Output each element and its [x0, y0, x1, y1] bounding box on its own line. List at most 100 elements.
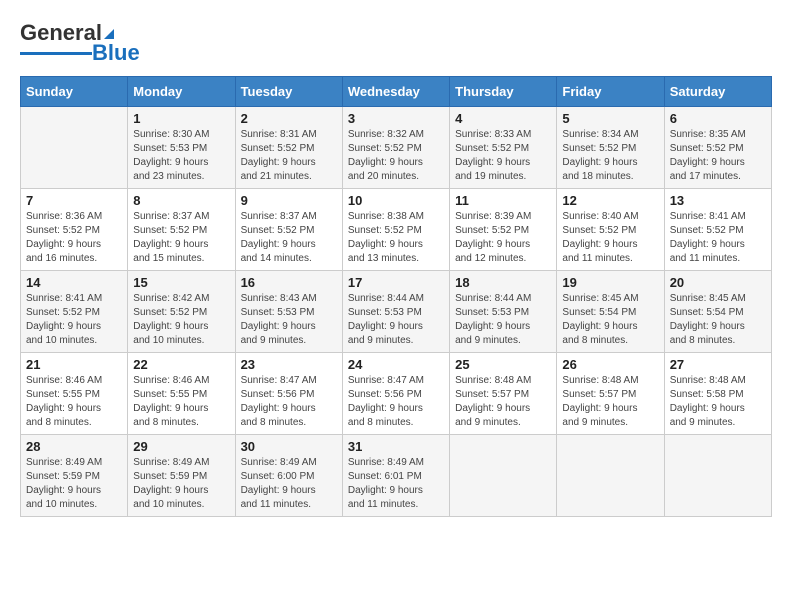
day-header-thursday: Thursday — [450, 77, 557, 107]
day-info: Sunrise: 8:47 AM Sunset: 5:56 PM Dayligh… — [348, 374, 444, 430]
page-header: General Blue — [20, 20, 772, 66]
day-number: 22 — [133, 357, 229, 372]
day-info: Sunrise: 8:32 AM Sunset: 5:52 PM Dayligh… — [348, 128, 444, 184]
logo: General Blue — [20, 20, 140, 66]
calendar-cell: 15 Sunrise: 8:42 AM Sunset: 5:52 PM Dayli… — [128, 271, 235, 353]
day-number: 4 — [455, 111, 551, 126]
day-info: Sunrise: 8:35 AM Sunset: 5:52 PM Dayligh… — [670, 128, 766, 184]
calendar-week-4: 21 Sunrise: 8:46 AM Sunset: 5:55 PM Dayli… — [21, 353, 772, 435]
day-info: Sunrise: 8:48 AM Sunset: 5:57 PM Dayligh… — [455, 374, 551, 430]
day-info: Sunrise: 8:41 AM Sunset: 5:52 PM Dayligh… — [670, 210, 766, 266]
calendar-cell: 5Sunrise: 8:34 AM Sunset: 5:52 PM Daylig… — [557, 107, 664, 189]
calendar-cell: 17Sunrise: 8:44 AM Sunset: 5:53 PM Dayli… — [342, 271, 449, 353]
calendar-cell — [21, 107, 128, 189]
calendar-cell: 21 Sunrise: 8:46 AM Sunset: 5:55 PM Dayli… — [21, 353, 128, 435]
day-info: Sunrise: 8:46 AM Sunset: 5:55 PM Dayligh… — [26, 374, 122, 430]
day-header-sunday: Sunday — [21, 77, 128, 107]
day-info: Sunrise: 8:36 AM Sunset: 5:52 PM Dayligh… — [26, 210, 122, 266]
calendar-cell: 16 Sunrise: 8:43 AM Sunset: 5:53 PM Dayli… — [235, 271, 342, 353]
calendar-cell: 27 Sunrise: 8:48 AM Sunset: 5:58 PM Dayli… — [664, 353, 771, 435]
calendar-cell: 28 Sunrise: 8:49 AM Sunset: 5:59 PM Dayli… — [21, 435, 128, 517]
day-info: Sunrise: 8:44 AM Sunset: 5:53 PM Dayligh… — [455, 292, 551, 348]
day-number: 6 — [670, 111, 766, 126]
calendar-cell — [450, 435, 557, 517]
calendar-cell: 29 Sunrise: 8:49 AM Sunset: 5:59 PM Dayli… — [128, 435, 235, 517]
day-number: 20 — [670, 275, 766, 290]
day-number: 10 — [348, 193, 444, 208]
day-number: 3 — [348, 111, 444, 126]
day-number: 25 — [455, 357, 551, 372]
day-number: 1 — [133, 111, 229, 126]
calendar-cell: 14 Sunrise: 8:41 AM Sunset: 5:52 PM Dayli… — [21, 271, 128, 353]
day-info: Sunrise: 8:37 AM Sunset: 5:52 PM Dayligh… — [241, 210, 337, 266]
calendar-week-3: 14 Sunrise: 8:41 AM Sunset: 5:52 PM Dayli… — [21, 271, 772, 353]
calendar-week-1: 1 Sunrise: 8:30 AM Sunset: 5:53 PM Daylig… — [21, 107, 772, 189]
calendar-cell: 3 Sunrise: 8:32 AM Sunset: 5:52 PM Daylig… — [342, 107, 449, 189]
day-number: 30 — [241, 439, 337, 454]
day-number: 15 — [133, 275, 229, 290]
day-info: Sunrise: 8:48 AM Sunset: 5:58 PM Dayligh… — [670, 374, 766, 430]
day-info: Sunrise: 8:31 AM Sunset: 5:52 PM Dayligh… — [241, 128, 337, 184]
calendar-cell: 4Sunrise: 8:33 AM Sunset: 5:52 PM Daylig… — [450, 107, 557, 189]
calendar-cell: 22Sunrise: 8:46 AM Sunset: 5:55 PM Dayli… — [128, 353, 235, 435]
calendar-header-row: SundayMondayTuesdayWednesdayThursdayFrid… — [21, 77, 772, 107]
day-header-wednesday: Wednesday — [342, 77, 449, 107]
calendar-cell: 1 Sunrise: 8:30 AM Sunset: 5:53 PM Daylig… — [128, 107, 235, 189]
day-number: 18 — [455, 275, 551, 290]
calendar-cell: 9Sunrise: 8:37 AM Sunset: 5:52 PM Daylig… — [235, 189, 342, 271]
day-number: 2 — [241, 111, 337, 126]
calendar-cell: 30 Sunrise: 8:49 AM Sunset: 6:00 PM Dayli… — [235, 435, 342, 517]
day-number: 5 — [562, 111, 658, 126]
day-number: 7 — [26, 193, 122, 208]
day-number: 24 — [348, 357, 444, 372]
day-number: 12 — [562, 193, 658, 208]
calendar-cell — [664, 435, 771, 517]
day-info: Sunrise: 8:49 AM Sunset: 5:59 PM Dayligh… — [133, 456, 229, 512]
day-number: 21 — [26, 357, 122, 372]
calendar-cell: 25 Sunrise: 8:48 AM Sunset: 5:57 PM Dayli… — [450, 353, 557, 435]
calendar-table: SundayMondayTuesdayWednesdayThursdayFrid… — [20, 76, 772, 517]
day-info: Sunrise: 8:43 AM Sunset: 5:53 PM Dayligh… — [241, 292, 337, 348]
day-number: 27 — [670, 357, 766, 372]
calendar-week-5: 28 Sunrise: 8:49 AM Sunset: 5:59 PM Dayli… — [21, 435, 772, 517]
day-number: 23 — [241, 357, 337, 372]
day-header-saturday: Saturday — [664, 77, 771, 107]
day-number: 29 — [133, 439, 229, 454]
day-info: Sunrise: 8:48 AM Sunset: 5:57 PM Dayligh… — [562, 374, 658, 430]
day-header-friday: Friday — [557, 77, 664, 107]
day-info: Sunrise: 8:49 AM Sunset: 6:00 PM Dayligh… — [241, 456, 337, 512]
logo-blue: Blue — [92, 40, 140, 66]
day-number: 14 — [26, 275, 122, 290]
day-info: Sunrise: 8:49 AM Sunset: 6:01 PM Dayligh… — [348, 456, 444, 512]
day-number: 28 — [26, 439, 122, 454]
day-info: Sunrise: 8:40 AM Sunset: 5:52 PM Dayligh… — [562, 210, 658, 266]
day-info: Sunrise: 8:49 AM Sunset: 5:59 PM Dayligh… — [26, 456, 122, 512]
calendar-cell: 18 Sunrise: 8:44 AM Sunset: 5:53 PM Dayli… — [450, 271, 557, 353]
day-number: 17 — [348, 275, 444, 290]
day-info: Sunrise: 8:39 AM Sunset: 5:52 PM Dayligh… — [455, 210, 551, 266]
calendar-cell: 26Sunrise: 8:48 AM Sunset: 5:57 PM Dayli… — [557, 353, 664, 435]
calendar-cell: 23 Sunrise: 8:47 AM Sunset: 5:56 PM Dayli… — [235, 353, 342, 435]
calendar-cell — [557, 435, 664, 517]
calendar-cell: 8Sunrise: 8:37 AM Sunset: 5:52 PM Daylig… — [128, 189, 235, 271]
day-number: 19 — [562, 275, 658, 290]
calendar-cell: 20 Sunrise: 8:45 AM Sunset: 5:54 PM Dayli… — [664, 271, 771, 353]
day-info: Sunrise: 8:42 AM Sunset: 5:52 PM Dayligh… — [133, 292, 229, 348]
calendar-cell: 24 Sunrise: 8:47 AM Sunset: 5:56 PM Dayli… — [342, 353, 449, 435]
day-info: Sunrise: 8:30 AM Sunset: 5:53 PM Dayligh… — [133, 128, 229, 184]
calendar-cell: 2 Sunrise: 8:31 AM Sunset: 5:52 PM Daylig… — [235, 107, 342, 189]
day-info: Sunrise: 8:41 AM Sunset: 5:52 PM Dayligh… — [26, 292, 122, 348]
day-header-monday: Monday — [128, 77, 235, 107]
calendar-cell: 19Sunrise: 8:45 AM Sunset: 5:54 PM Dayli… — [557, 271, 664, 353]
day-info: Sunrise: 8:45 AM Sunset: 5:54 PM Dayligh… — [670, 292, 766, 348]
calendar-cell: 31Sunrise: 8:49 AM Sunset: 6:01 PM Dayli… — [342, 435, 449, 517]
calendar-cell: 7 Sunrise: 8:36 AM Sunset: 5:52 PM Daylig… — [21, 189, 128, 271]
calendar-cell: 11Sunrise: 8:39 AM Sunset: 5:52 PM Dayli… — [450, 189, 557, 271]
calendar-cell: 12 Sunrise: 8:40 AM Sunset: 5:52 PM Dayli… — [557, 189, 664, 271]
day-info: Sunrise: 8:47 AM Sunset: 5:56 PM Dayligh… — [241, 374, 337, 430]
day-number: 16 — [241, 275, 337, 290]
day-number: 8 — [133, 193, 229, 208]
calendar-cell: 10Sunrise: 8:38 AM Sunset: 5:52 PM Dayli… — [342, 189, 449, 271]
day-header-tuesday: Tuesday — [235, 77, 342, 107]
calendar-cell: 13Sunrise: 8:41 AM Sunset: 5:52 PM Dayli… — [664, 189, 771, 271]
